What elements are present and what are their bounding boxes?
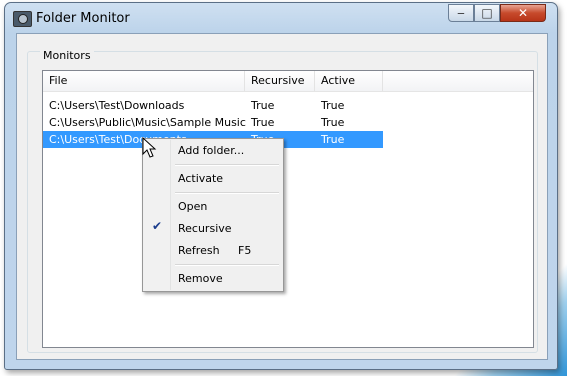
menu-item-recursive[interactable]: Recursive [178, 219, 232, 239]
row-file: C:\Users\Test\Downloads [49, 99, 185, 112]
menu-separator [175, 164, 279, 166]
menu-item-refresh-shortcut: F5 [238, 244, 252, 257]
close-button[interactable]: ✕ [500, 4, 546, 22]
minimize-button[interactable]: ‒ [448, 4, 474, 22]
table-row[interactable]: C:\Users\Test\Downloads True True [43, 97, 383, 114]
menu-item-refresh[interactable]: Refresh [178, 241, 220, 261]
title-bar[interactable]: Folder Monitor ‒ □ ✕ [5, 3, 557, 33]
column-header-recursive[interactable]: Recursive [245, 71, 315, 91]
app-icon[interactable] [13, 11, 32, 27]
monitors-group-label: Monitors [40, 49, 94, 62]
mouse-pointer-icon [142, 137, 157, 158]
row-active: True [321, 99, 345, 112]
column-header-file[interactable]: File [43, 71, 245, 91]
menu-item-add-folder[interactable]: Add folder... [178, 141, 244, 161]
row-active: True [321, 133, 345, 146]
menu-separator [175, 192, 279, 194]
column-header-active[interactable]: Active [315, 71, 383, 91]
checkmark-icon: ✔ [152, 219, 163, 233]
row-recursive: True [251, 116, 275, 129]
menu-item-activate[interactable]: Activate [178, 169, 223, 189]
monitors-listview[interactable]: File Recursive Active C:\Users\Test\Down… [42, 70, 534, 348]
menu-item-open[interactable]: Open [178, 197, 207, 217]
list-header: File Recursive Active [43, 71, 533, 92]
context-menu: Add folder... Activate Open ✔ Recursive … [142, 138, 284, 292]
row-file: C:\Users\Public\Music\Sample Music [49, 116, 246, 129]
row-recursive: True [251, 99, 275, 112]
row-active: True [321, 116, 345, 129]
window-title: Folder Monitor [36, 11, 130, 26]
menu-item-remove[interactable]: Remove [178, 269, 223, 289]
menu-separator [175, 264, 279, 266]
table-row[interactable]: C:\Users\Public\Music\Sample Music True … [43, 114, 383, 131]
menu-gutter [144, 140, 171, 290]
maximize-button[interactable]: □ [474, 4, 500, 22]
